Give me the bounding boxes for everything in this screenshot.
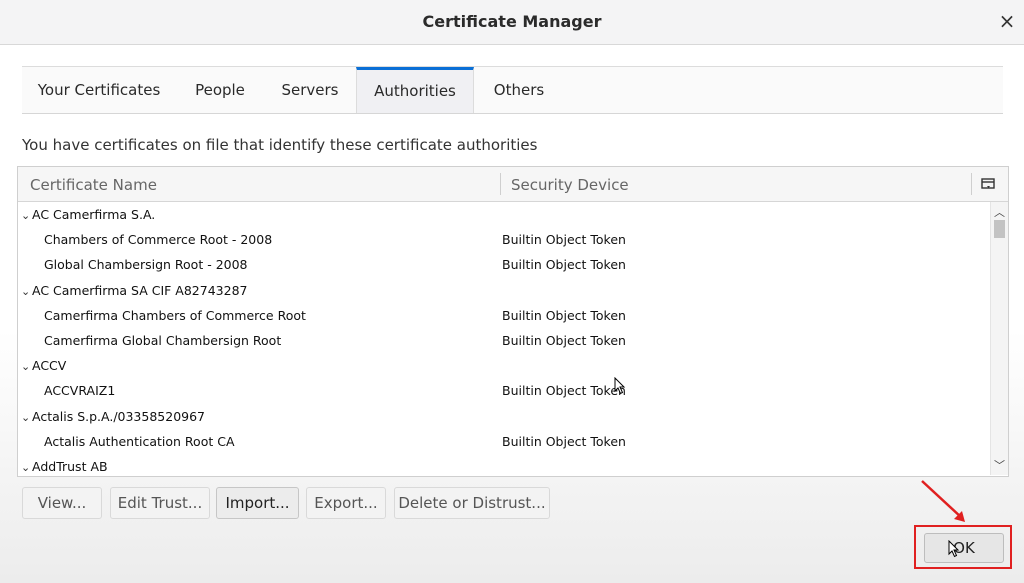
ok-highlight-box: OK	[914, 525, 1012, 569]
export-button[interactable]: Export...	[306, 487, 386, 519]
tree-group-row[interactable]: ⌄ AddTrust AB	[18, 454, 990, 475]
tree-row[interactable]: ACCVRAIZ1 Builtin Object Token	[18, 378, 990, 403]
vertical-scrollbar[interactable]: ︿ ﹀	[990, 202, 1008, 475]
certificate-name-label: Camerfirma Chambers of Commerce Root	[44, 307, 306, 323]
intro-text: You have certificates on file that ident…	[22, 136, 538, 154]
certificate-name: ⌄ Actalis S.p.A./03358520967	[21, 404, 205, 430]
tree-group-row[interactable]: ⌄ ACCV	[18, 353, 990, 378]
tree-group-row[interactable]: ⌄ AC Camerfirma SA CIF A82743287	[18, 278, 990, 303]
certificate-name: ⌄ AC Camerfirma S.A.	[21, 202, 155, 228]
tree-row[interactable]: Global Chambersign Root - 2008 Builtin Ob…	[18, 252, 990, 277]
certificate-name-label: Camerfirma Global Chambersign Root	[44, 332, 282, 348]
security-device: Builtin Object Token	[502, 232, 626, 248]
certificate-name-label: Actalis S.p.A./03358520967	[32, 408, 206, 424]
delete-or-distrust-button[interactable]: Delete or Distrust...	[394, 487, 550, 519]
tree-group-row[interactable]: ⌄ AC Camerfirma S.A.	[18, 202, 990, 227]
expand-twisty-icon[interactable]: ⌄	[21, 405, 32, 430]
certificate-name: ⌄ AddTrust AB	[21, 454, 108, 475]
scroll-thumb[interactable]	[994, 220, 1005, 238]
import-button[interactable]: Import...	[216, 487, 299, 519]
mouse-pointer-icon	[614, 377, 626, 395]
expand-twisty-icon[interactable]: ⌄	[21, 455, 32, 475]
certificate-name: ⌄ AC Camerfirma SA CIF A82743287	[21, 278, 247, 304]
view-button[interactable]: View...	[22, 487, 102, 519]
annotation-arrow-icon	[921, 480, 965, 522]
tab-servers[interactable]: Servers	[264, 67, 356, 112]
tab-your-certificates[interactable]: Your Certificates	[22, 67, 176, 112]
certificate-name: Actalis Authentication Root CA	[44, 429, 235, 454]
certificate-name-label: Chambers of Commerce Root - 2008	[44, 232, 273, 248]
certificate-name: Camerfirma Chambers of Commerce Root	[44, 303, 306, 328]
certificate-name-label: AC Camerfirma SA CIF A82743287	[32, 282, 248, 298]
certificate-name: Camerfirma Global Chambersign Root	[44, 328, 281, 353]
tab-people[interactable]: People	[176, 67, 264, 112]
tab-others[interactable]: Others	[474, 67, 564, 112]
edit-trust-button[interactable]: Edit Trust...	[110, 487, 210, 519]
certificate-name-label: ACCVRAIZ1	[44, 383, 116, 399]
tree-header: Certificate Name Security Device	[18, 167, 1008, 202]
title-bar: Certificate Manager ×	[0, 0, 1024, 45]
column-security-device[interactable]: Security Device	[511, 176, 629, 194]
mouse-pointer-icon	[948, 540, 960, 558]
scroll-down-icon[interactable]: ﹀	[991, 457, 1008, 473]
tree-rows: ⌄ AC Camerfirma S.A. Chambers of Commerce …	[18, 202, 990, 475]
column-divider[interactable]	[500, 173, 501, 195]
security-device: Builtin Object Token	[502, 433, 626, 449]
scroll-up-icon[interactable]: ︿	[991, 204, 1008, 220]
certificate-name: ACCVRAIZ1	[44, 378, 115, 403]
column-certificate-name[interactable]: Certificate Name	[30, 176, 157, 194]
column-divider	[971, 173, 972, 195]
security-device: Builtin Object Token	[502, 332, 626, 348]
certificate-name-label: ACCV	[32, 358, 67, 374]
certificate-name-label: Global Chambersign Root - 2008	[44, 257, 248, 273]
window-title: Certificate Manager	[422, 12, 602, 31]
tab-bar: Your Certificates People Servers Authori…	[22, 66, 1003, 114]
expand-twisty-icon[interactable]: ⌄	[21, 279, 32, 304]
close-icon[interactable]: ×	[996, 8, 1018, 34]
expand-twisty-icon[interactable]: ⌄	[21, 203, 32, 228]
tree-row[interactable]: Camerfirma Chambers of Commerce Root Buil…	[18, 303, 990, 328]
column-picker-icon[interactable]	[980, 176, 996, 192]
tree-row[interactable]: Actalis Authentication Root CA Builtin Ob…	[18, 429, 990, 454]
certificate-name: Chambers of Commerce Root - 2008	[44, 227, 272, 252]
certificate-tree[interactable]: Certificate Name Security Device ⌄ AC Cam…	[17, 166, 1009, 477]
tab-authorities[interactable]: Authorities	[356, 67, 474, 113]
tree-row[interactable]: Camerfirma Global Chambersign Root Builti…	[18, 328, 990, 353]
tree-group-row[interactable]: ⌄ Actalis S.p.A./03358520967	[18, 404, 990, 429]
certificate-name-label: AddTrust AB	[32, 458, 108, 474]
certificate-name-label: AC Camerfirma S.A.	[32, 207, 156, 222]
security-device: Builtin Object Token	[502, 383, 626, 399]
tree-row[interactable]: Chambers of Commerce Root - 2008 Builtin …	[18, 227, 990, 252]
security-device: Builtin Object Token	[502, 257, 626, 273]
certificate-name: ⌄ ACCV	[21, 353, 66, 379]
expand-twisty-icon[interactable]: ⌄	[21, 354, 32, 379]
security-device: Builtin Object Token	[502, 307, 626, 323]
certificate-name-label: Actalis Authentication Root CA	[44, 433, 235, 449]
certificate-name: Global Chambersign Root - 2008	[44, 252, 248, 277]
ok-button[interactable]: OK	[924, 533, 1004, 563]
